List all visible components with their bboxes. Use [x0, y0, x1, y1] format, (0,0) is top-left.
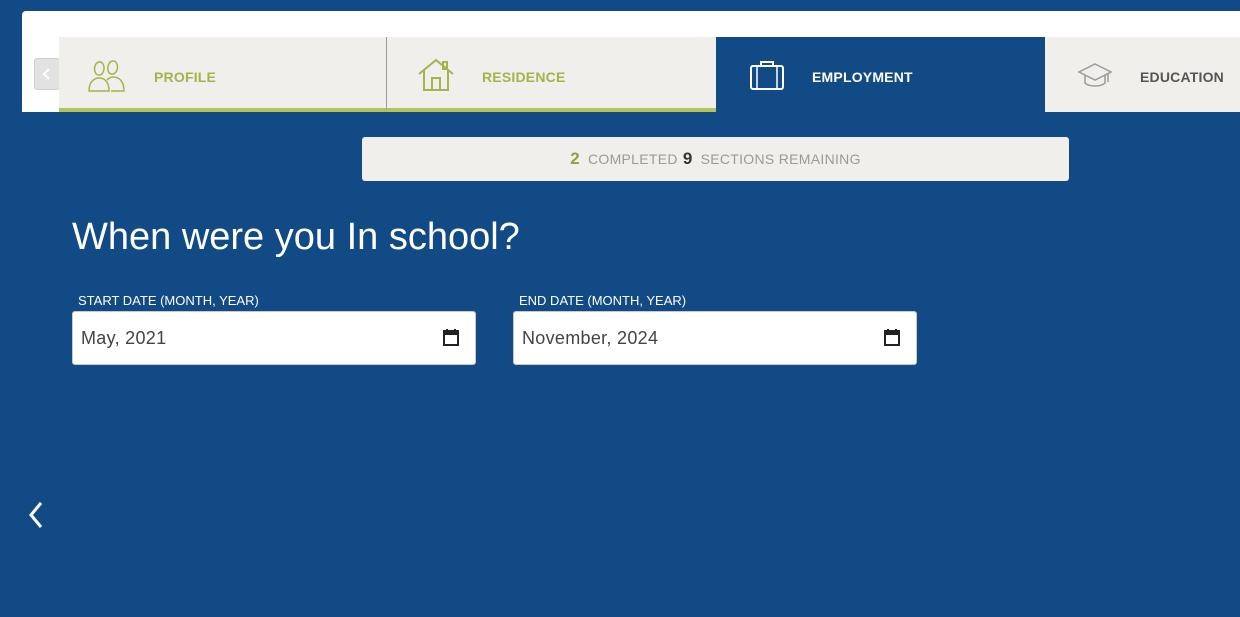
- remaining-count: 9: [682, 149, 693, 168]
- graduation-cap-icon: [1077, 55, 1113, 95]
- section-tabs: PROFILE RESIDENCE EMPLOYMENT EDUCATION: [59, 37, 1240, 112]
- tab-education-label: EDUCATION: [1140, 69, 1224, 85]
- users-icon: [87, 55, 127, 95]
- start-date-input[interactable]: May, 2021: [72, 311, 476, 365]
- tab-education[interactable]: EDUCATION: [1045, 37, 1240, 112]
- tab-profile-label: PROFILE: [154, 69, 217, 85]
- remaining-label: SECTIONS REMAINING: [700, 151, 861, 167]
- tab-employment-label: EMPLOYMENT: [812, 69, 913, 85]
- question-title: When were you In school?: [72, 216, 520, 258]
- completed-label: COMPLETED: [587, 151, 678, 167]
- chevron-left-icon: [29, 502, 43, 528]
- start-date-label: START DATE (MONTH, YEAR): [78, 293, 259, 308]
- end-date-field: END DATE (MONTH, YEAR) November, 2024: [513, 293, 917, 365]
- tab-employment[interactable]: EMPLOYMENT: [716, 37, 1045, 112]
- calendar-icon[interactable]: [884, 329, 900, 346]
- tab-profile[interactable]: PROFILE: [59, 37, 387, 112]
- chevron-left-icon: [42, 68, 50, 80]
- tabs-scroll-left-button[interactable]: [34, 58, 60, 90]
- tab-residence-label: RESIDENCE: [482, 69, 566, 85]
- tab-residence[interactable]: RESIDENCE: [387, 37, 716, 112]
- start-date-field: START DATE (MONTH, YEAR) May, 2021: [72, 293, 476, 365]
- completed-count: 2: [570, 149, 580, 168]
- end-date-input[interactable]: November, 2024: [513, 311, 917, 365]
- start-date-value: May, 2021: [81, 328, 167, 348]
- back-button[interactable]: [22, 499, 50, 531]
- end-date-label: END DATE (MONTH, YEAR): [519, 293, 687, 308]
- briefcase-icon: [749, 55, 785, 95]
- calendar-icon[interactable]: [443, 329, 459, 346]
- sections-progress-bar: 2 COMPLETED 9 SECTIONS REMAINING: [362, 137, 1069, 181]
- house-icon: [417, 55, 455, 95]
- end-date-value: November, 2024: [522, 328, 659, 348]
